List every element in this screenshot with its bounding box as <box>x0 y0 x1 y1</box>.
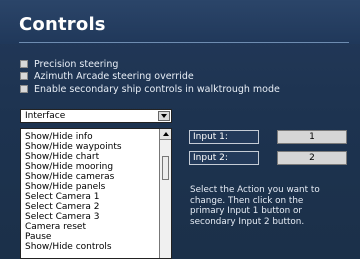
chevron-down-icon <box>161 114 167 118</box>
secondary-controls-checkbox[interactable] <box>20 85 28 93</box>
input-2-button[interactable]: 2 <box>277 151 347 165</box>
list-item[interactable]: Select Camera 1 <box>25 192 100 202</box>
category-dropdown[interactable]: Interface <box>20 109 172 123</box>
input-1-button[interactable]: 1 <box>277 130 347 144</box>
controls-panel: Controls Precision steering Azimuth Arca… <box>0 0 360 259</box>
precision-steering-label: Precision steering <box>34 58 119 70</box>
secondary-controls-label: Enable secondary ship controls in walktr… <box>34 83 280 95</box>
category-dropdown-value: Interface <box>25 111 66 121</box>
chevron-up-icon <box>162 132 169 136</box>
action-list[interactable]: Show/Hide info Show/Hide waypoints Show/… <box>20 128 172 259</box>
list-item[interactable]: Show/Hide waypoints <box>25 142 122 152</box>
list-item[interactable]: Show/Hide mooring <box>25 162 113 172</box>
azimuth-arcade-checkbox[interactable] <box>20 72 28 80</box>
list-item[interactable]: Show/Hide info <box>25 132 93 142</box>
list-item[interactable]: Pause <box>25 232 51 242</box>
precision-steering-checkbox[interactable] <box>20 60 28 68</box>
input-2-label: Input 2: <box>189 151 259 165</box>
dropdown-arrow-button[interactable] <box>158 111 170 121</box>
azimuth-arcade-label: Azimuth Arcade steering override <box>34 70 194 82</box>
page-title: Controls <box>19 14 106 35</box>
list-item[interactable]: Show/Hide panels <box>25 182 105 192</box>
list-item[interactable]: Show/Hide controls <box>25 242 112 252</box>
scroll-thumb[interactable] <box>162 156 169 180</box>
title-divider <box>19 42 349 43</box>
scroll-up-button[interactable] <box>160 129 171 140</box>
list-item[interactable]: Show/Hide chart <box>25 152 99 162</box>
option-azimuth-arcade[interactable]: Azimuth Arcade steering override <box>20 70 194 82</box>
option-precision-steering[interactable]: Precision steering <box>20 58 118 70</box>
list-item[interactable]: Show/Hide cameras <box>25 172 114 182</box>
list-item[interactable]: Select Camera 3 <box>25 212 100 222</box>
list-item[interactable]: Camera reset <box>25 222 86 232</box>
input-1-label: Input 1: <box>189 130 259 144</box>
help-text: Select the Action you want to change. Th… <box>190 185 320 227</box>
action-list-scrollbar[interactable] <box>159 129 171 258</box>
list-item[interactable]: Select Camera 2 <box>25 202 100 212</box>
option-secondary-controls[interactable]: Enable secondary ship controls in walktr… <box>20 83 280 95</box>
